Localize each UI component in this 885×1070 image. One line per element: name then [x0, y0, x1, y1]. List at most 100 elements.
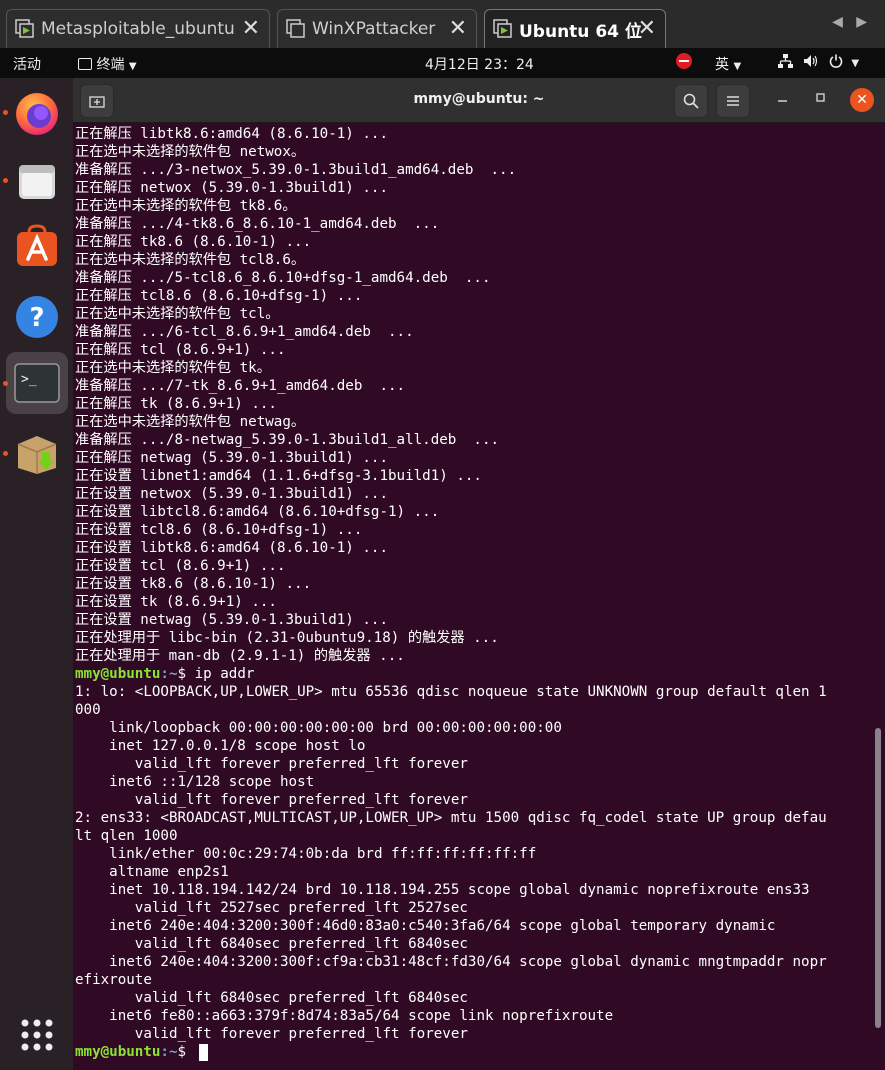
files-launcher[interactable]: [6, 150, 68, 212]
output-line: 正在解压 tk (8.6.9+1) ...: [75, 396, 277, 412]
output-line: inet 10.118.194.142/24 brd 10.118.194.25…: [75, 882, 810, 898]
output-line: 正在设置 tcl8.6 (8.6.10+dfsg-1) ...: [75, 522, 363, 538]
prompt-user: mmy@ubuntu: [75, 666, 161, 682]
ubuntu-software-launcher[interactable]: [6, 216, 68, 278]
terminal-scrollbar[interactable]: [875, 728, 881, 1028]
output-line: 正在解压 tk8.6 (8.6.10-1) ...: [75, 234, 312, 250]
output-line: inet6 240e:404:3200:300f:cf9a:cb31:48cf:…: [75, 954, 827, 970]
output-line: 准备解压 .../8-netwag_5.39.0-1.3build1_all.d…: [75, 432, 500, 448]
output-line: 准备解压 .../3-netwox_5.39.0-1.3build1_amd64…: [75, 162, 517, 178]
output-line: valid_lft forever preferred_lft forever: [75, 792, 468, 808]
search-icon: [683, 93, 699, 109]
svg-text:?: ?: [29, 303, 44, 333]
minimize-button[interactable]: [778, 90, 788, 110]
vm-icon: [493, 19, 512, 38]
vm-tab-label: Ubuntu 64 位: [519, 21, 642, 42]
output-line: 正在设置 libtcl8.6:amd64 (8.6.10+dfsg-1) ...: [75, 504, 440, 520]
close-tab-icon[interactable]: ✕: [449, 16, 467, 41]
prompt-user: mmy@ubuntu: [75, 1044, 161, 1060]
app-menu-label: 终端: [96, 57, 125, 73]
text-cursor: [199, 1044, 209, 1061]
output-line: 正在设置 libtk8.6:amd64 (8.6.10-1) ...: [75, 540, 388, 556]
close-tab-icon[interactable]: ✕: [242, 16, 260, 41]
output-line: inet6 ::1/128 scope host: [75, 774, 323, 790]
terminal-launcher[interactable]: >_: [6, 352, 68, 414]
maximize-button[interactable]: [816, 90, 826, 110]
input-method-indicator[interactable]: 英 ▼: [715, 54, 741, 74]
hamburger-menu-icon: [727, 96, 739, 106]
network-icon: [778, 54, 793, 68]
chevron-down-icon: ▼: [851, 58, 860, 69]
terminal-icon: >_: [14, 363, 60, 403]
output-line: 正在选中未选择的软件包 netwag。: [75, 414, 306, 430]
activities-button[interactable]: 活动: [13, 54, 41, 74]
chevron-down-icon: ▼: [733, 61, 742, 72]
app-menu[interactable]: 终端 ▼: [78, 54, 137, 74]
output-line: valid_lft forever preferred_lft forever: [75, 756, 468, 772]
volume-icon: [804, 55, 818, 67]
output-line: 正在设置 netwox (5.39.0-1.3build1) ...: [75, 486, 388, 502]
vm-icon: [15, 19, 34, 38]
show-apps-icon: [21, 1019, 53, 1051]
output-line: 2: ens33: <BROADCAST,MULTICAST,UP,LOWER_…: [75, 810, 827, 826]
running-indicator: [3, 110, 8, 115]
terminal-window: mmy@ubuntu: ~ ✕ 正在解压 libtk8.6:amd64 (8.6…: [73, 78, 885, 1070]
vm-tab-bar: Metasploitable_ubuntu ✕ WinXPattacker ✕ …: [0, 0, 885, 48]
firefox-icon: [16, 93, 58, 135]
power-icon: [829, 54, 843, 68]
terminal-output[interactable]: 正在解压 libtk8.6:amd64 (8.6.10-1) ... 正在选中未选…: [75, 123, 881, 1070]
command-text: ip addr: [194, 666, 255, 682]
prompt-symbol: $: [177, 1044, 195, 1060]
prompt-path: :~: [160, 1044, 178, 1060]
output-line: 正在解压 netwox (5.39.0-1.3build1) ...: [75, 180, 388, 196]
output-line: 正在选中未选择的软件包 netwox。: [75, 144, 306, 160]
output-line: 正在选中未选择的软件包 tk。: [75, 360, 271, 376]
software-icon: [17, 224, 57, 266]
clock[interactable]: 4月12日 23：24: [425, 54, 534, 74]
output-line: 准备解压 .../5-tcl8.6_8.6.10+dfsg-1_amd64.de…: [75, 270, 491, 286]
package-installer-launcher[interactable]: [6, 422, 68, 484]
output-line: valid_lft 6840sec preferred_lft 6840sec: [75, 936, 468, 952]
vm-tab-label: Metasploitable_ubuntu: [41, 19, 235, 39]
output-line: 正在设置 tcl (8.6.9+1) ...: [75, 558, 286, 574]
terminal-header-bar: mmy@ubuntu: ~ ✕: [73, 78, 885, 123]
running-indicator: [3, 451, 8, 456]
window-title: mmy@ubuntu: ~: [413, 91, 545, 107]
tab-scroll-arrows-icon[interactable]: ◀ ▶: [832, 14, 867, 30]
error-indicator-icon[interactable]: [676, 53, 692, 69]
vm-tab-ubuntu64[interactable]: Ubuntu 64 位 ✕: [484, 9, 666, 48]
output-line: 正在选中未选择的软件包 tcl。: [75, 306, 280, 322]
show-applications-button[interactable]: [6, 1004, 68, 1066]
output-line: 准备解压 .../7-tk_8.6.9+1_amd64.deb ...: [75, 378, 406, 394]
dock: ? >_: [0, 78, 73, 1070]
maximize-icon: [816, 93, 825, 102]
input-method-label: 英: [715, 57, 729, 73]
output-line: 正在解压 tcl (8.6.9+1) ...: [75, 342, 286, 358]
prompt-line: mmy@ubuntu:~$: [75, 1043, 209, 1061]
prompt-path: :~: [160, 666, 178, 682]
close-tab-icon[interactable]: ✕: [638, 16, 656, 41]
output-line: 正在解压 netwag (5.39.0-1.3build1) ...: [75, 450, 388, 466]
firefox-launcher[interactable]: [6, 82, 68, 144]
output-line: valid_lft 6840sec preferred_lft 6840sec: [75, 990, 468, 1006]
svg-text:>_: >_: [21, 372, 37, 387]
close-button[interactable]: ✕: [850, 88, 874, 112]
system-menu[interactable]: ▼: [778, 54, 859, 70]
vm-tab-winxpattacker[interactable]: WinXPattacker ✕: [277, 9, 477, 48]
output-line: inet6 240e:404:3200:300f:46d0:83a0:c540:…: [75, 918, 784, 934]
help-launcher[interactable]: ?: [6, 286, 68, 348]
files-icon: [19, 165, 55, 199]
output-line: altname enp2s1: [75, 864, 229, 880]
output-line: 正在解压 tcl8.6 (8.6.10+dfsg-1) ...: [75, 288, 363, 304]
menu-button[interactable]: [716, 84, 750, 118]
output-line: valid_lft forever preferred_lft forever: [75, 1026, 468, 1042]
minimize-icon: [778, 100, 787, 102]
vm-tab-metasploitable[interactable]: Metasploitable_ubuntu ✕: [6, 9, 270, 48]
output-line: link/ether 00:0c:29:74:0b:da brd ff:ff:f…: [75, 846, 537, 862]
output-line: 准备解压 .../6-tcl_8.6.9+1_amd64.deb ...: [75, 324, 414, 340]
search-button[interactable]: [674, 84, 708, 118]
prompt-line: mmy@ubuntu:~$ ip addr: [75, 665, 254, 683]
output-line: inet 127.0.0.1/8 scope host lo: [75, 738, 366, 754]
running-indicator: [3, 381, 8, 386]
help-icon: ?: [16, 296, 58, 338]
